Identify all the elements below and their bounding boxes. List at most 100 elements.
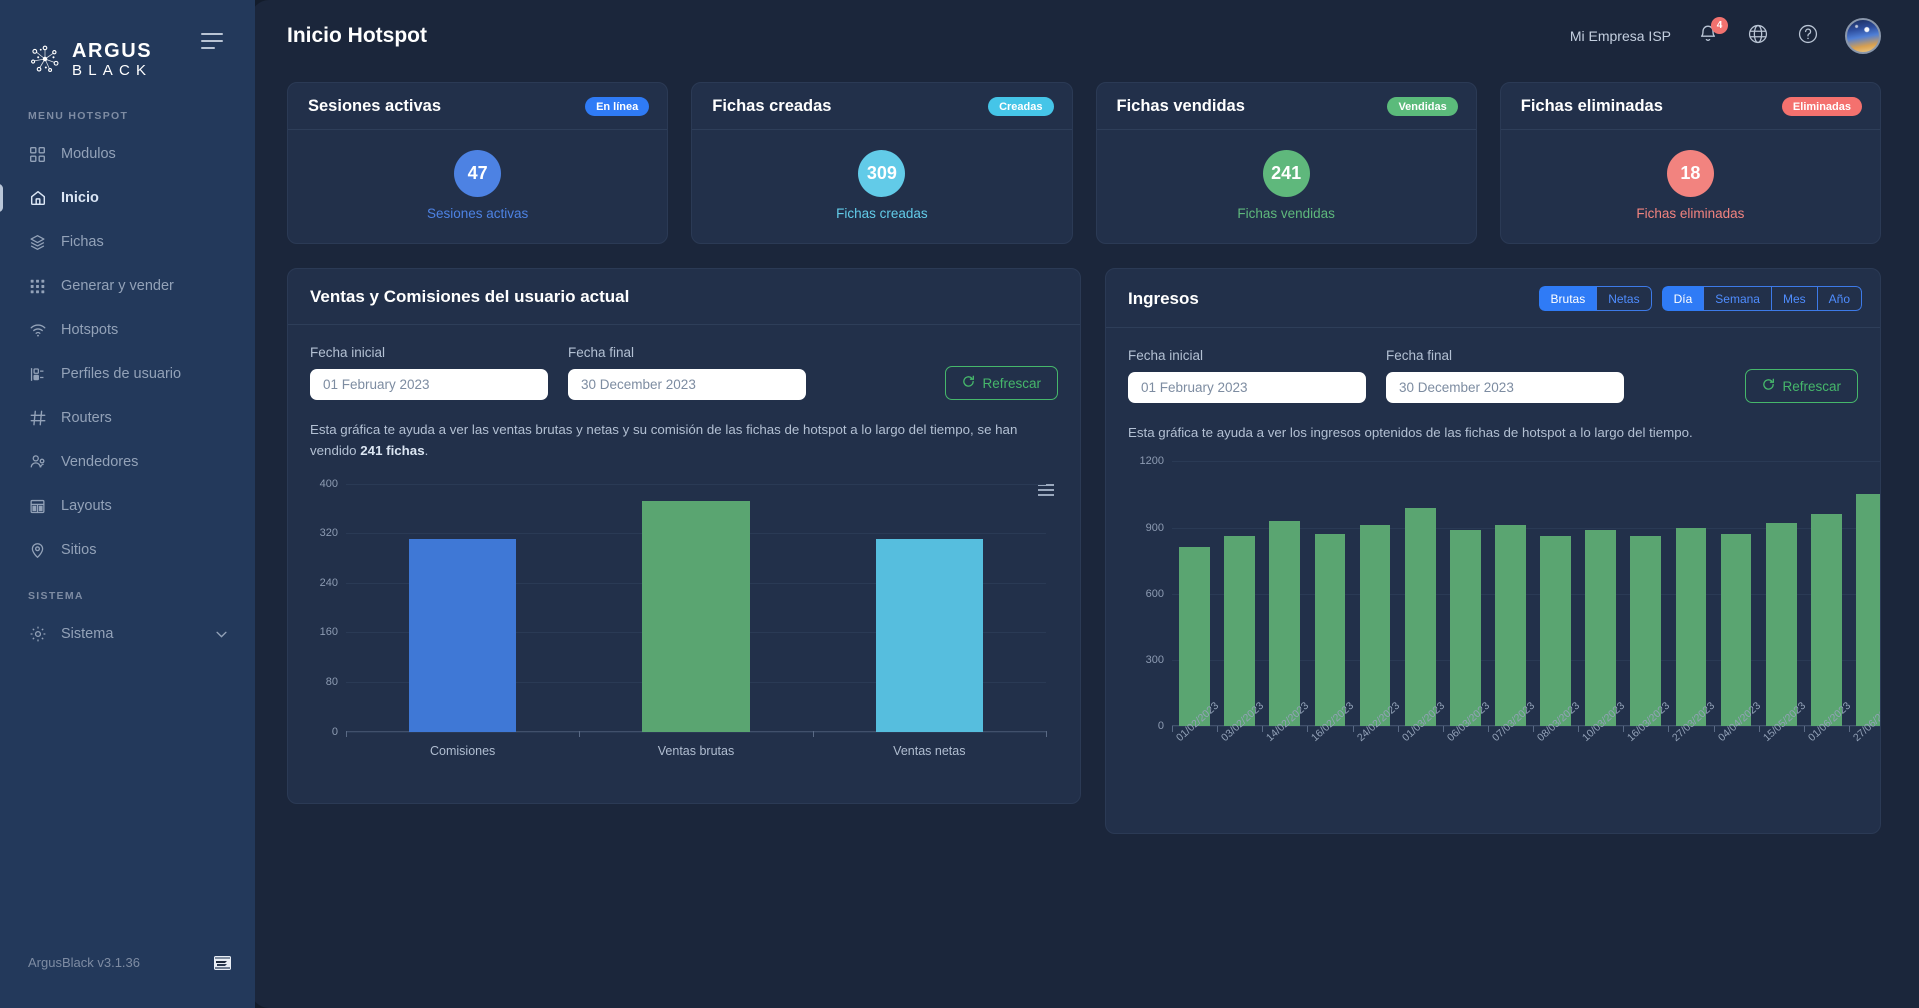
- brand-name-top: ARGUS: [72, 39, 153, 62]
- x-axis-slot: 08/03/2023: [1533, 700, 1582, 744]
- chart-bar[interactable]: [1540, 536, 1571, 727]
- sidebar-item-label: Modulos: [61, 146, 116, 162]
- date-start-input[interactable]: 01 February 2023: [1128, 372, 1366, 403]
- chart-bar[interactable]: [1856, 494, 1880, 727]
- chart-bar[interactable]: [1449, 529, 1481, 727]
- refresh-button[interactable]: Refrescar: [945, 366, 1058, 400]
- language-button[interactable]: [1745, 23, 1771, 49]
- x-axis-slot: 27/03/2023: [1668, 700, 1717, 744]
- panel-title: Ingresos: [1128, 288, 1199, 308]
- toggle-semana[interactable]: Semana: [1703, 286, 1771, 311]
- chevron-down-icon[interactable]: [216, 626, 227, 642]
- refresh-icon: [1762, 378, 1775, 394]
- bar-slot: [1668, 461, 1713, 727]
- x-axis-slot: 16/03/2023: [1623, 700, 1672, 744]
- chart-toggles: Brutas Netas Día Semana Mes Año: [1538, 286, 1862, 311]
- chart-bar[interactable]: [1675, 527, 1707, 727]
- sidebar-item-sistema[interactable]: Sistema: [0, 612, 255, 656]
- sidebar-item-hotspots[interactable]: Hotspots: [0, 308, 255, 352]
- refresh-button[interactable]: Refrescar: [1745, 369, 1858, 403]
- topbar-actions: Mi Empresa ISP 4: [1569, 17, 1881, 54]
- sidebar-toggle-button[interactable]: [201, 33, 223, 49]
- sidebar-item-routers[interactable]: Routers: [0, 396, 255, 440]
- sidebar-item-label: Inicio: [61, 190, 99, 206]
- chart-bar[interactable]: [1720, 534, 1752, 727]
- x-axis-tick: [1578, 726, 1580, 733]
- chart-bar[interactable]: [1404, 507, 1436, 727]
- chart-bar[interactable]: [1810, 514, 1842, 727]
- chart-bar[interactable]: [1359, 525, 1391, 727]
- sidebar-item-sitios[interactable]: Sitios: [0, 528, 255, 572]
- stat-title: Fichas eliminadas: [1520, 97, 1663, 115]
- panel-header: Ventas y Comisiones del usuario actual: [288, 269, 1080, 325]
- bar-slot: [1578, 461, 1623, 727]
- panel-description: Esta gráfica te ayuda a ver las ventas b…: [310, 419, 1055, 462]
- chart-bar[interactable]: [1765, 523, 1797, 727]
- bar-slot: [1353, 461, 1398, 727]
- description-suffix: .: [424, 443, 429, 459]
- stat-card-body: 309 Fichas creadas: [692, 130, 1071, 243]
- refresh-button-label: Refrescar: [1782, 378, 1841, 394]
- sidebar-item-fichas[interactable]: Fichas: [0, 220, 255, 264]
- stat-card-header: Fichas eliminadas Eliminadas: [1500, 83, 1880, 130]
- notifications-button[interactable]: 4: [1695, 17, 1728, 49]
- chart-bar[interactable]: [1269, 520, 1301, 727]
- toggle-ano[interactable]: Año: [1816, 286, 1862, 311]
- wifi-icon: [28, 321, 47, 340]
- date-start-label: Fecha inicial: [1128, 348, 1204, 363]
- date-end-field-group: Fecha final 30 December 2023: [1386, 348, 1624, 403]
- company-name-label: Mi Empresa ISP: [1569, 28, 1671, 44]
- toggle-mes[interactable]: Mes: [1770, 286, 1817, 311]
- sales-chart: 0 80 160 240 320 400 Comisiones Ventas brutas V…: [310, 478, 1058, 758]
- date-end-input[interactable]: 30 December 2023: [1386, 372, 1624, 403]
- y-axis-tick-label: 80: [325, 675, 338, 688]
- panel-header: Ingresos Brutas Netas Día Semana Mes Año: [1106, 269, 1880, 328]
- chart-bar[interactable]: [409, 539, 517, 732]
- chart-bar[interactable]: [1495, 525, 1526, 727]
- chart-bar[interactable]: [1224, 536, 1256, 727]
- layout-icon: [28, 497, 47, 516]
- bar-slot: [813, 484, 1046, 732]
- stat-value-circle: 47: [454, 150, 502, 197]
- x-axis-slot: 04/04/2023: [1713, 700, 1763, 744]
- date-filter-row: Fecha inicial 01 February 2023 Fecha fin…: [310, 345, 1058, 400]
- chart-bar[interactable]: [642, 500, 750, 732]
- bar-slot: [346, 484, 579, 732]
- stat-card-header: Fichas creadas Creadas: [692, 83, 1072, 130]
- chart-bar[interactable]: [1630, 536, 1662, 727]
- sidebar-item-layouts[interactable]: Layouts: [0, 484, 255, 528]
- date-end-input[interactable]: 30 December 2023: [568, 369, 806, 400]
- date-start-input[interactable]: 01 February 2023: [310, 369, 548, 400]
- date-filter-row: Fecha inicial 01 February 2023 Fecha fin…: [1128, 348, 1858, 403]
- x-axis-tick: [1217, 726, 1219, 733]
- sidebar-item-inicio[interactable]: Inicio: [0, 176, 255, 220]
- x-axis-category-label: Ventas netas: [893, 743, 966, 758]
- chart-bar[interactable]: [1585, 529, 1617, 727]
- x-axis-slot: 01/03/2023: [1397, 700, 1447, 744]
- help-button[interactable]: [1795, 23, 1821, 49]
- sidebar-item-perfiles-de-usuario[interactable]: Perfiles de usuario: [0, 352, 255, 396]
- argus-network-logo-icon: [28, 42, 62, 76]
- toggle-brutas[interactable]: Brutas: [1538, 286, 1597, 311]
- chart-bar[interactable]: [875, 539, 983, 732]
- layers-icon: [28, 233, 47, 252]
- refresh-icon: [962, 375, 975, 391]
- sidebar-item-modulos[interactable]: Modulos: [0, 132, 255, 176]
- x-axis-slot: 01/02/2023: [1172, 700, 1221, 744]
- chart-bar[interactable]: [1314, 534, 1346, 727]
- avatar[interactable]: [1845, 18, 1881, 54]
- stat-card-body: 241 Fichas vendidas: [1097, 130, 1476, 243]
- toggle-dia[interactable]: Día: [1661, 286, 1704, 311]
- x-axis-slot: 27/06/2023: [1848, 700, 1880, 744]
- x-axis-slot: 06/03/2023: [1442, 700, 1492, 744]
- sidebar-item-label: Hotspots: [61, 322, 119, 338]
- bar-slot: [1443, 461, 1488, 727]
- sidebar-item-label: Vendedores: [61, 454, 139, 470]
- chart-bar[interactable]: [1179, 547, 1210, 727]
- stat-card-body: 18 Fichas eliminadas: [1501, 130, 1880, 243]
- sidebar-item-generar-y-vender[interactable]: Generar y vender: [0, 264, 255, 308]
- stat-card-header: Sesiones activas En línea: [288, 83, 668, 130]
- sidebar-item-vendedores[interactable]: Vendedores: [0, 440, 255, 484]
- dots-grid-icon: [28, 277, 47, 296]
- toggle-netas[interactable]: Netas: [1596, 286, 1652, 311]
